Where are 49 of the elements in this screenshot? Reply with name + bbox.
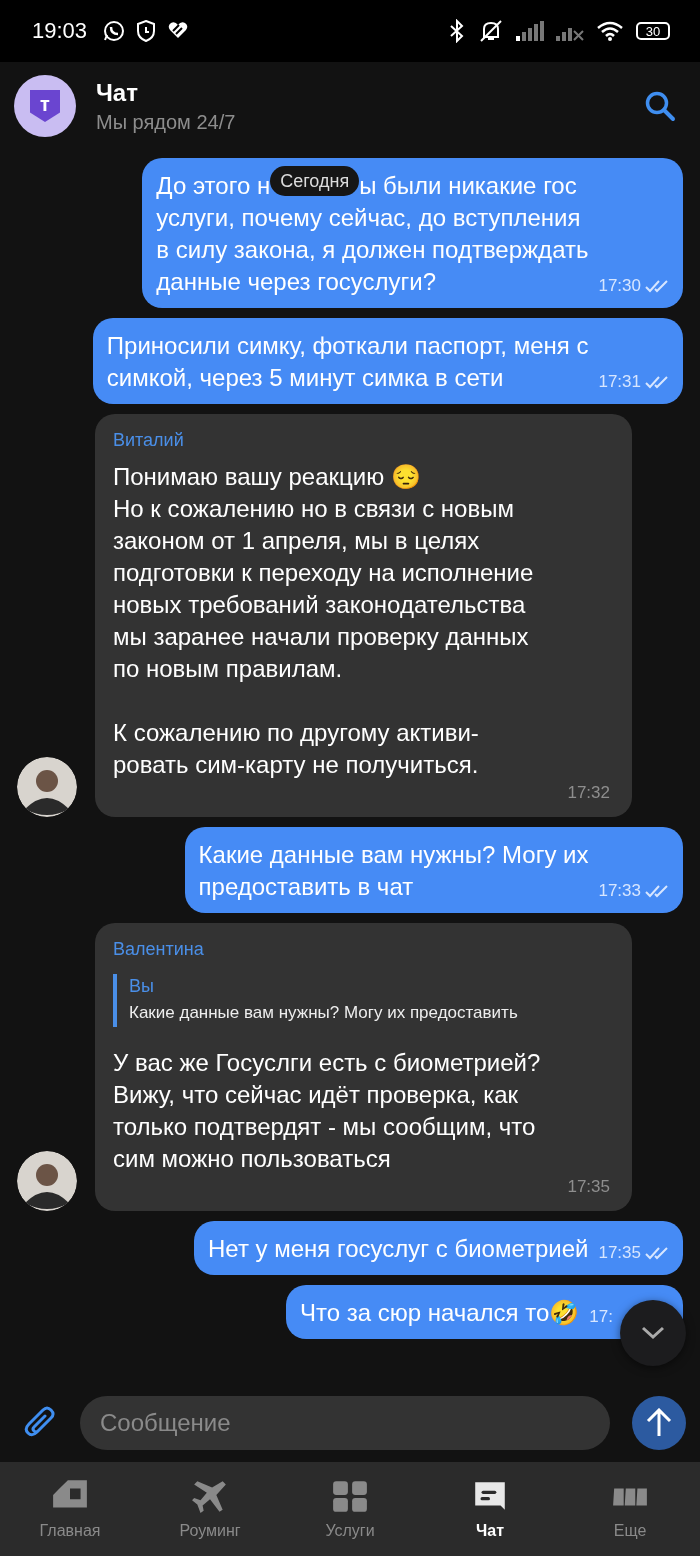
shield-icon: [137, 20, 156, 42]
message-time: 17:32: [567, 783, 610, 803]
message-text: Понимаю вашу реакцию 😔 Но к сожалению но в связи с новым законом от 1 апреля, мы в целях подготовки к переходу на исполнение новых требований законодательства мы заранее начали проверку данных по новым правилам. К сожалению по другому активи- ровать сим-карту не получиться.: [113, 462, 535, 780]
message-text: услуги, почему сейчас, до вступления в силу закона, я должен подтверждать данные через госуслуги?: [156, 203, 589, 297]
bluetooth-icon: [448, 19, 466, 43]
message-text: У вас же Госуслги есть с биометрией? Вижу, что сейчас идёт проверка, как только подтвердят - мы сообщим, что сим можно пользоваться: [113, 1048, 542, 1174]
avatar: [17, 757, 77, 817]
avatar: [17, 1151, 77, 1211]
quoted-reply[interactable]: Вы Какие данные вам нужны? Могу их предоставить: [113, 974, 614, 1027]
message-time: 17:35: [598, 1243, 641, 1263]
date-chip: Сегодня: [270, 166, 360, 196]
chat-subtitle: Мы рядом 24/7: [96, 110, 237, 134]
reply-text: Какие данные вам нужны? Могу их предоставить: [129, 1003, 519, 1023]
wifi-icon: [596, 20, 624, 42]
nav-tab[interactable]: Главная: [0, 1462, 140, 1556]
nav-tab[interactable]: Услуги: [280, 1462, 420, 1556]
sender-name: Валентина: [113, 939, 205, 960]
search-icon[interactable]: [644, 90, 676, 122]
nav-tab[interactable]: Чат: [420, 1462, 560, 1556]
chat-title: Чат: [96, 78, 139, 107]
message-time: 17:: [589, 1307, 613, 1327]
message-time: 17:35: [567, 1177, 610, 1197]
battery-level: 30: [636, 22, 670, 40]
signal-icon: [516, 21, 544, 41]
reply-author: Вы: [129, 976, 155, 997]
chat-app-icon: [103, 20, 126, 42]
chat-logo: т: [14, 75, 76, 137]
message-text: Нет у меня госуслуг с биометрией: [208, 1234, 589, 1264]
nav-tab[interactable]: Роуминг: [140, 1462, 280, 1556]
message-text: ы были никакие гос: [359, 171, 577, 201]
clock: 19:03: [32, 18, 88, 44]
message-text: Что за сюр начался то🤣: [299, 1298, 580, 1328]
muted-bell-icon: [478, 19, 504, 43]
arrow-up-icon: [646, 1408, 672, 1438]
message-time: 17:31: [598, 372, 641, 392]
scroll-down-button[interactable]: [620, 1300, 686, 1366]
message-input[interactable]: Сообщение: [80, 1396, 610, 1450]
message-time: 17:33: [598, 881, 641, 901]
grid-icon: [331, 1478, 369, 1514]
send-button[interactable]: [632, 1396, 686, 1450]
airplane-icon: [191, 1478, 229, 1514]
message-text: Какие данные вам нужны? Могу их предоставить в чат: [198, 840, 589, 902]
message-text: До этого н: [156, 171, 271, 201]
sender-name: Виталий: [113, 430, 185, 451]
chevron-down-icon: [640, 1325, 666, 1341]
heart-icon: [167, 21, 190, 41]
message-text: Приносили симку, фоткали паспорт, меня с симкой, через 5 минут симка в сети: [106, 331, 589, 393]
message-time: 17:30: [598, 276, 641, 296]
nav-tab[interactable]: Еще: [560, 1462, 700, 1556]
